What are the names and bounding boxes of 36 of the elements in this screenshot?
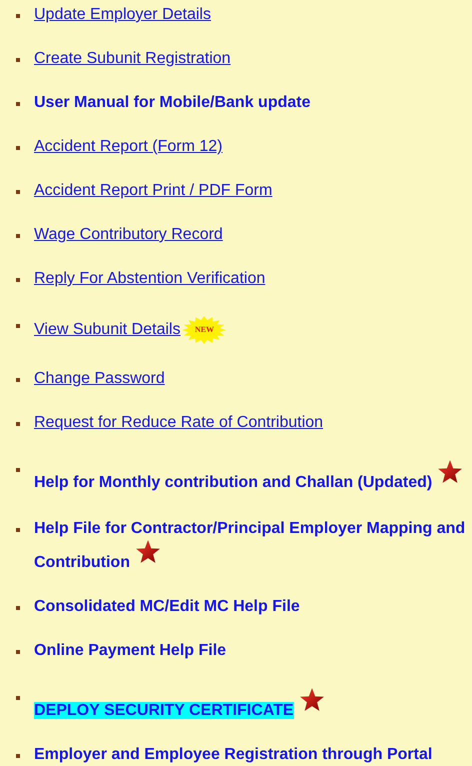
menu-link[interactable]: Accident Report (Form 12) [34, 137, 223, 157]
bullet-icon [16, 190, 20, 194]
menu-link[interactable]: Update Employer Details [34, 5, 211, 25]
menu-link[interactable]: Create Subunit Registration [34, 49, 231, 69]
new-badge: NEW [181, 315, 228, 345]
bullet-icon [16, 754, 20, 758]
bullet-icon [16, 278, 20, 282]
bullet-icon [16, 422, 20, 426]
bullet-icon [16, 650, 20, 654]
menu-link[interactable]: Online Payment Help File [34, 641, 226, 661]
bullet-icon [16, 468, 20, 472]
menu-link[interactable]: Accident Report Print / PDF Form [34, 181, 272, 201]
bullet-icon [16, 102, 20, 106]
menu-link[interactable]: Employer and Employee Registration through Portal [34, 745, 432, 765]
bullet-icon [16, 234, 20, 238]
star-icon [437, 459, 464, 485]
menu-link[interactable]: Request for Reduce Rate of Contribution [34, 413, 324, 433]
star-icon [134, 539, 161, 565]
menu-link[interactable]: Consolidated MC/Edit MC Help File [34, 597, 300, 617]
menu-link[interactable]: View Subunit Details NEW [34, 315, 228, 345]
bullet-icon [16, 378, 20, 382]
star-icon [298, 687, 325, 713]
bullet-icon [16, 14, 20, 18]
bullet-icon [16, 58, 20, 62]
menu-link[interactable]: Help File for Contractor/Principal Employer Mapping and Contribution [34, 519, 472, 573]
menu-link[interactable]: User Manual for Mobile/Bank update [34, 93, 310, 113]
bullet-icon [16, 606, 20, 610]
bullet-icon [16, 696, 20, 700]
menu-link[interactable]: Change Password [34, 369, 165, 389]
bullet-icon [16, 324, 20, 328]
menu-link[interactable]: Wage Contributory Record [34, 225, 223, 245]
menu-link[interactable]: DEPLOY SECURITY CERTIFICATE [34, 687, 325, 721]
menu-link[interactable]: Help for Monthly contribution and Challan (Updated) [34, 459, 464, 493]
menu-link[interactable]: Reply For Abstention Verification [34, 269, 266, 289]
bullet-icon [16, 528, 20, 532]
bullet-icon [16, 146, 20, 150]
